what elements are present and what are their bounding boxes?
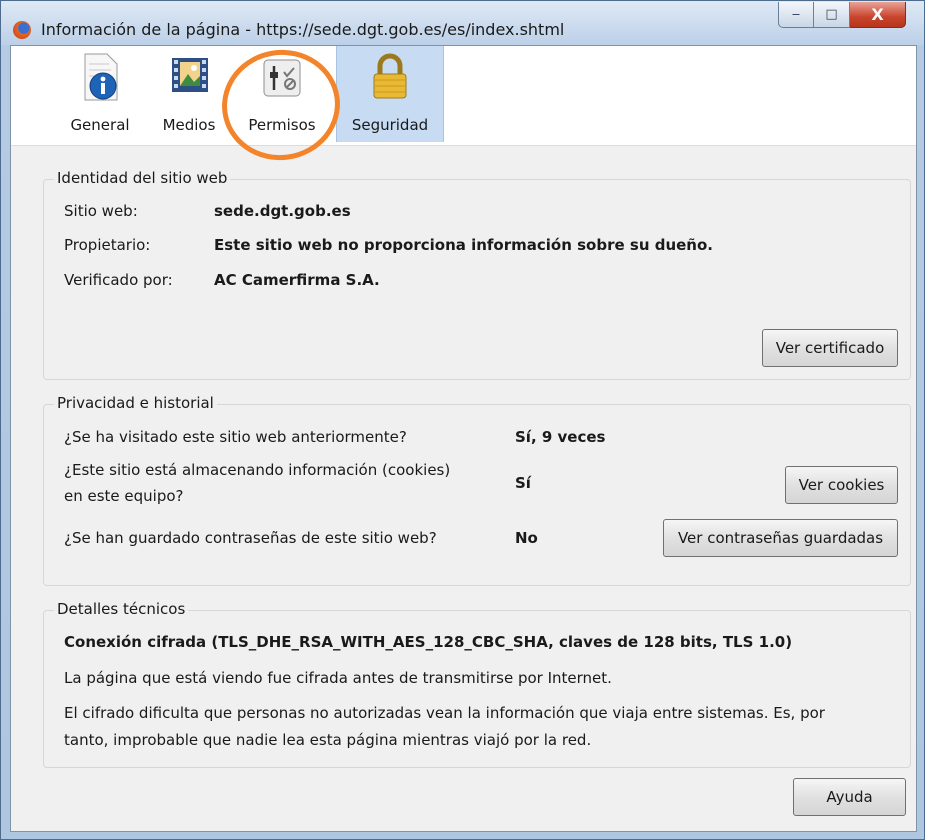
window-controls: ‒ □ X: [778, 2, 906, 28]
page-info-window: Información de la página - https://sede.…: [0, 0, 925, 840]
encryption-explanation-line1: El cifrado dificulta que personas no aut…: [64, 704, 825, 722]
identity-group: Identidad del sitio web Sitio web: sede.…: [43, 169, 911, 380]
window-title: Información de la página - https://sede.…: [41, 20, 565, 39]
minimize-button[interactable]: ‒: [778, 2, 814, 28]
maximize-button[interactable]: □: [814, 2, 850, 28]
title-bar[interactable]: Información de la página - https://sede.…: [1, 1, 924, 45]
view-certificate-button[interactable]: Ver certificado: [762, 329, 898, 367]
view-saved-passwords-button[interactable]: Ver contraseñas guardadas: [663, 519, 898, 557]
group-title: Privacidad e historial: [54, 394, 217, 412]
view-cookies-button[interactable]: Ver cookies: [785, 466, 898, 504]
site-value: sede.dgt.gob.es: [214, 202, 351, 220]
close-button[interactable]: X: [850, 2, 906, 28]
tab-toolbar: General Medios Permisos Seguridad: [11, 42, 916, 168]
site-label: Sitio web:: [64, 202, 138, 220]
visited-answer: Sí, 9 veces: [515, 428, 606, 446]
cookies-question-line2: en este equipo?: [64, 487, 184, 505]
passwords-question: ¿Se han guardado contraseñas de este sit…: [64, 529, 437, 547]
tab-label: Seguridad: [351, 116, 429, 134]
verified-label: Verificado por:: [64, 271, 173, 289]
encryption-explanation-line2: tanto, improbable que nadie lea esta pág…: [64, 731, 592, 749]
tab-label: Medios: [162, 116, 216, 134]
cookies-answer: Sí: [515, 474, 531, 492]
owner-value: Este sitio web no proporciona informació…: [214, 236, 713, 254]
dialog-body: General Medios Permisos Seguridad Identi…: [10, 42, 917, 832]
visited-question: ¿Se ha visitado este sitio web anteriorm…: [64, 428, 407, 446]
privacy-group: Privacidad e historial ¿Se ha visitado e…: [43, 394, 911, 586]
owner-label: Propietario:: [64, 236, 151, 254]
padlock-icon: [373, 53, 407, 99]
firefox-icon: [13, 21, 31, 39]
group-title: Identidad del sitio web: [54, 169, 231, 187]
info-icon: [84, 53, 118, 101]
passwords-answer: No: [515, 529, 538, 547]
tab-label: General: [70, 116, 130, 134]
tab-security[interactable]: Seguridad: [336, 46, 444, 142]
connection-details: Conexión cifrada (TLS_DHE_RSA_WITH_AES_1…: [64, 633, 793, 651]
media-icon: [172, 58, 208, 92]
group-title: Detalles técnicos: [54, 600, 189, 618]
technical-group: Detalles técnicos Conexión cifrada (TLS_…: [43, 600, 911, 768]
tab-media[interactable]: Medios: [149, 46, 229, 142]
help-button[interactable]: Ayuda: [793, 778, 906, 816]
encryption-note: La página que está viendo fue cifrada an…: [64, 669, 612, 687]
verified-value: AC Camerfirma S.A.: [214, 271, 380, 289]
tab-general[interactable]: General: [57, 46, 143, 142]
cookies-question: ¿Este sitio está almacenando información…: [64, 461, 451, 479]
